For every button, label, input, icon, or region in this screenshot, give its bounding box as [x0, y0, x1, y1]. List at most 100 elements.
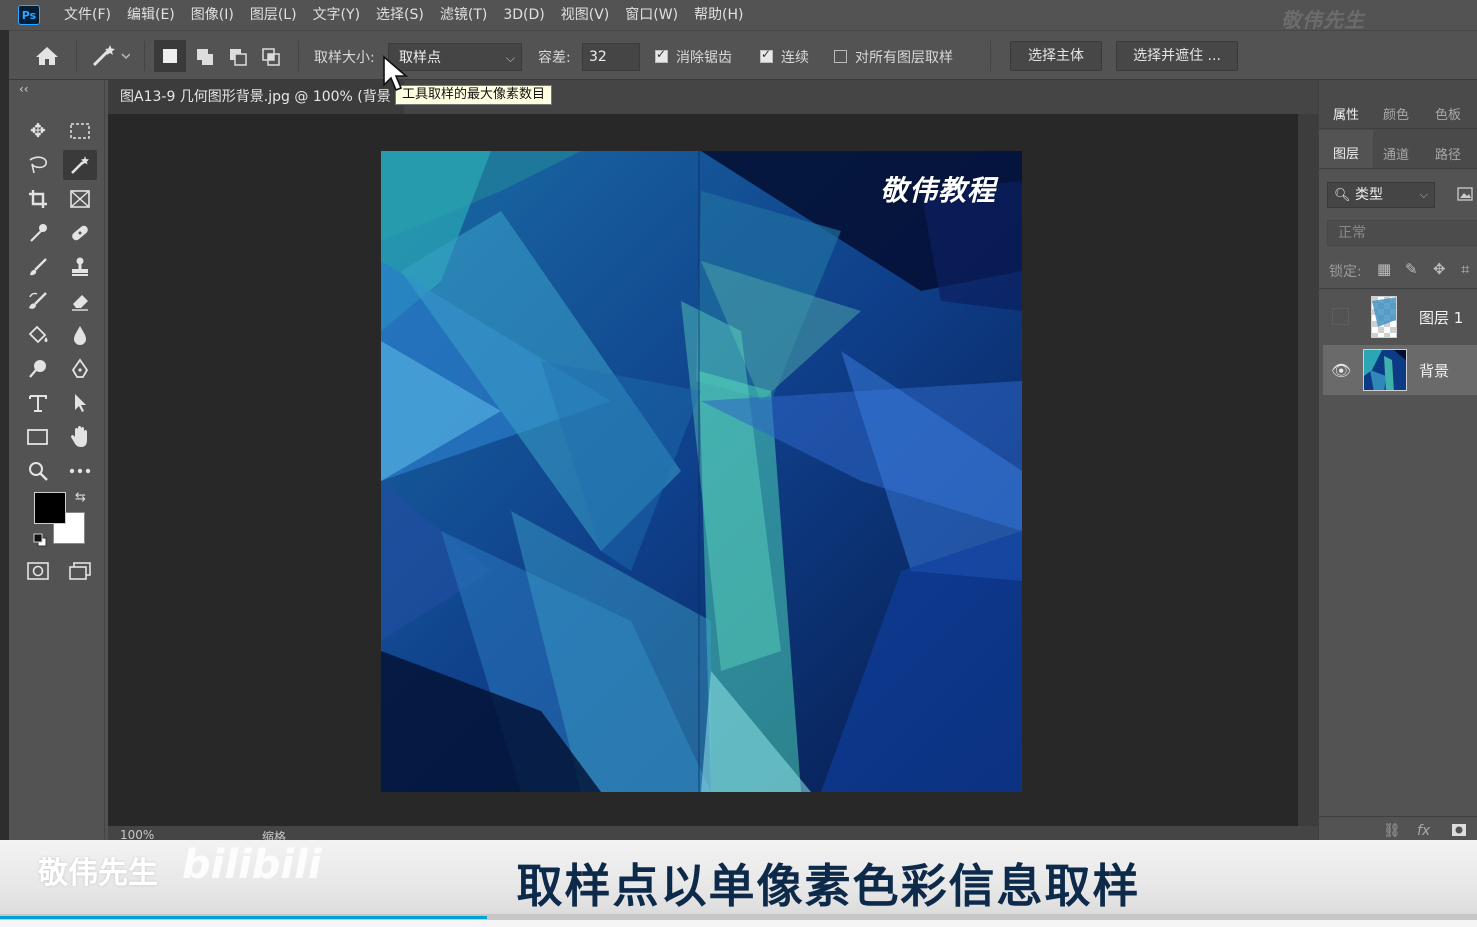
document-tab[interactable]: 图A13-9 几何图形背景.jpg @ 100% (背景 [108, 80, 404, 114]
default-colors-icon[interactable] [33, 532, 47, 551]
geometric-background-image [381, 151, 1022, 792]
layer-thumbnail [1371, 296, 1397, 338]
search-icon: 🔍︎ [1334, 188, 1351, 203]
healing-brush-tool-icon[interactable] [63, 218, 97, 248]
menu-type[interactable]: 文字(Y) [305, 0, 368, 30]
hand-tool-icon[interactable] [63, 422, 97, 452]
eraser-tool-icon[interactable] [63, 286, 97, 316]
layer-row-background[interactable]: 👁︎ 背景 [1323, 345, 1477, 395]
marquee-tool-icon[interactable] [63, 116, 97, 146]
sample-all-layers-label: 对所有图层取样 [855, 50, 953, 66]
watermark: 敬伟先生 [1281, 8, 1365, 32]
menu-3d[interactable]: 3D(D) [495, 0, 552, 30]
tolerance-input[interactable]: 32 [582, 43, 640, 71]
type-tool-icon[interactable] [21, 388, 55, 418]
visibility-toggle-off[interactable] [1332, 308, 1349, 325]
clone-stamp-tool-icon[interactable] [63, 252, 97, 282]
document-artwork[interactable]: 敬伟教程 [381, 151, 1022, 792]
lock-image-pixels-icon[interactable]: ✎ [1405, 260, 1418, 278]
rectangle-tool-icon[interactable] [21, 422, 55, 452]
menu-select[interactable]: 选择(S) [368, 0, 432, 30]
layer-filter-select[interactable]: 🔍︎ 类型 ⌵ [1327, 182, 1435, 208]
menu-bar: Ps 文件(F) 编辑(E) 图像(I) 图层(L) 文字(Y) 选择(S) 滤… [0, 0, 1477, 32]
tab-properties[interactable]: 属性 [1333, 104, 1359, 123]
select-and-mask-button[interactable]: 选择并遮住 ... [1116, 41, 1238, 71]
frame-tool-icon[interactable] [63, 184, 97, 214]
intersect-selection-icon[interactable] [262, 48, 280, 66]
dodge-tool-icon[interactable] [21, 354, 55, 384]
crop-tool-icon[interactable] [21, 184, 55, 214]
blur-tool-icon[interactable] [63, 320, 97, 350]
layer-thumbnail [1363, 349, 1407, 391]
swap-colors-icon[interactable]: ⇆ [75, 490, 86, 505]
tab-swatches[interactable]: 色板 [1435, 104, 1461, 123]
chevron-down-icon: ⌵ [1419, 188, 1428, 201]
lock-label: 锁定: [1329, 264, 1362, 280]
menu-help[interactable]: 帮助(H) [686, 0, 751, 30]
layer-name[interactable]: 图层 1 [1419, 307, 1463, 328]
new-selection-mode[interactable] [154, 40, 186, 72]
magic-wand-preset-icon[interactable] [90, 43, 131, 73]
mouse-cursor-icon [382, 55, 409, 99]
photoshop-window: Ps 文件(F) 编辑(E) 图像(I) 图层(L) 文字(Y) 选择(S) 滤… [0, 0, 1477, 927]
link-layers-icon[interactable]: ⛓ [1383, 823, 1401, 839]
tooltip: 工具取样的最大像素数目 [395, 85, 553, 105]
anti-alias-checkbox[interactable] [655, 47, 668, 63]
screen-mode-icon[interactable] [63, 556, 97, 586]
layer-row-layer1[interactable]: 图层 1 [1323, 292, 1477, 342]
tab-color[interactable]: 颜色 [1383, 104, 1409, 123]
tools-panel: ‹‹ ✥ ⇆ [9, 80, 105, 840]
path-selection-tool-icon[interactable] [63, 388, 97, 418]
tab-channels[interactable]: 通道 [1383, 144, 1409, 163]
anti-alias-label: 消除锯齿 [676, 50, 732, 66]
collapse-icon[interactable]: ‹‹ [19, 82, 29, 96]
canvas-area[interactable]: 敬伟教程 [108, 114, 1298, 826]
bottom-strip [0, 920, 1477, 927]
move-tool-icon[interactable]: ✥ [21, 116, 55, 146]
home-icon[interactable] [34, 44, 60, 72]
select-subject-button[interactable]: 选择主体 [1010, 41, 1102, 71]
paint-bucket-tool-icon[interactable] [21, 320, 55, 350]
add-mask-icon[interactable] [1451, 823, 1467, 841]
sample-all-layers-checkbox[interactable] [834, 50, 847, 63]
eye-icon[interactable]: 👁︎ [1331, 361, 1351, 380]
subtitle-text: 取样点以单像素色彩信息取样 [516, 859, 1141, 913]
tab-layers[interactable]: 图层 [1333, 143, 1359, 162]
sample-size-select[interactable]: 取样点 ⌵ [388, 43, 522, 71]
magic-wand-tool-icon[interactable] [63, 150, 97, 180]
add-to-selection-icon[interactable] [196, 48, 213, 65]
layer-name[interactable]: 背景 [1419, 360, 1449, 381]
history-brush-tool-icon[interactable] [21, 286, 55, 316]
menu-file[interactable]: 文件(F) [56, 0, 119, 30]
contiguous-checkbox[interactable] [760, 47, 773, 63]
quick-mask-icon[interactable] [21, 556, 55, 586]
options-bar: 取样大小: 取样点 ⌵ 容差: 32 消除锯齿 连续 对所有图层取样 选择主体 … [0, 30, 1477, 80]
eyedropper-tool-icon[interactable] [21, 218, 55, 248]
subtract-from-selection-icon[interactable] [229, 48, 247, 66]
menu-view[interactable]: 视图(V) [553, 0, 618, 30]
tab-paths[interactable]: 路径 [1435, 144, 1461, 163]
image-filter-icon[interactable] [1457, 186, 1473, 205]
zoom-tool-icon[interactable] [21, 456, 55, 486]
menu-layer[interactable]: 图层(L) [242, 0, 305, 30]
menu-window[interactable]: 窗口(W) [617, 0, 686, 30]
artwork-title: 敬伟教程 [879, 174, 996, 207]
menu-edit[interactable]: 编辑(E) [119, 0, 183, 30]
menu-filter[interactable]: 滤镜(T) [432, 0, 495, 30]
video-progress-fill [0, 916, 488, 919]
menu-image[interactable]: 图像(I) [183, 0, 242, 30]
foreground-color-swatch[interactable] [34, 492, 66, 524]
pen-tool-icon[interactable] [63, 354, 97, 384]
new-selection-icon [163, 49, 177, 63]
sample-size-label: 取样大小: [314, 50, 375, 66]
lock-transparent-pixels-icon[interactable]: ▦ [1377, 260, 1391, 278]
blend-mode-select[interactable]: 正常 [1327, 220, 1477, 246]
lock-artboard-icon[interactable]: ⌗ [1461, 260, 1469, 278]
brush-tool-icon[interactable] [21, 252, 55, 282]
more-tools-icon[interactable] [63, 456, 97, 486]
vertical-scrollbar[interactable] [1298, 114, 1318, 826]
lock-position-icon[interactable]: ✥ [1433, 260, 1446, 278]
lasso-tool-icon[interactable] [21, 150, 55, 180]
fx-icon[interactable]: fx [1417, 823, 1430, 839]
right-panel-dock: 属性 颜色 色板 图层 通道 路径 🔍︎ 类型 ⌵ 正常 锁定: ▦ ✎ ✥ ⌗ [1318, 80, 1477, 844]
